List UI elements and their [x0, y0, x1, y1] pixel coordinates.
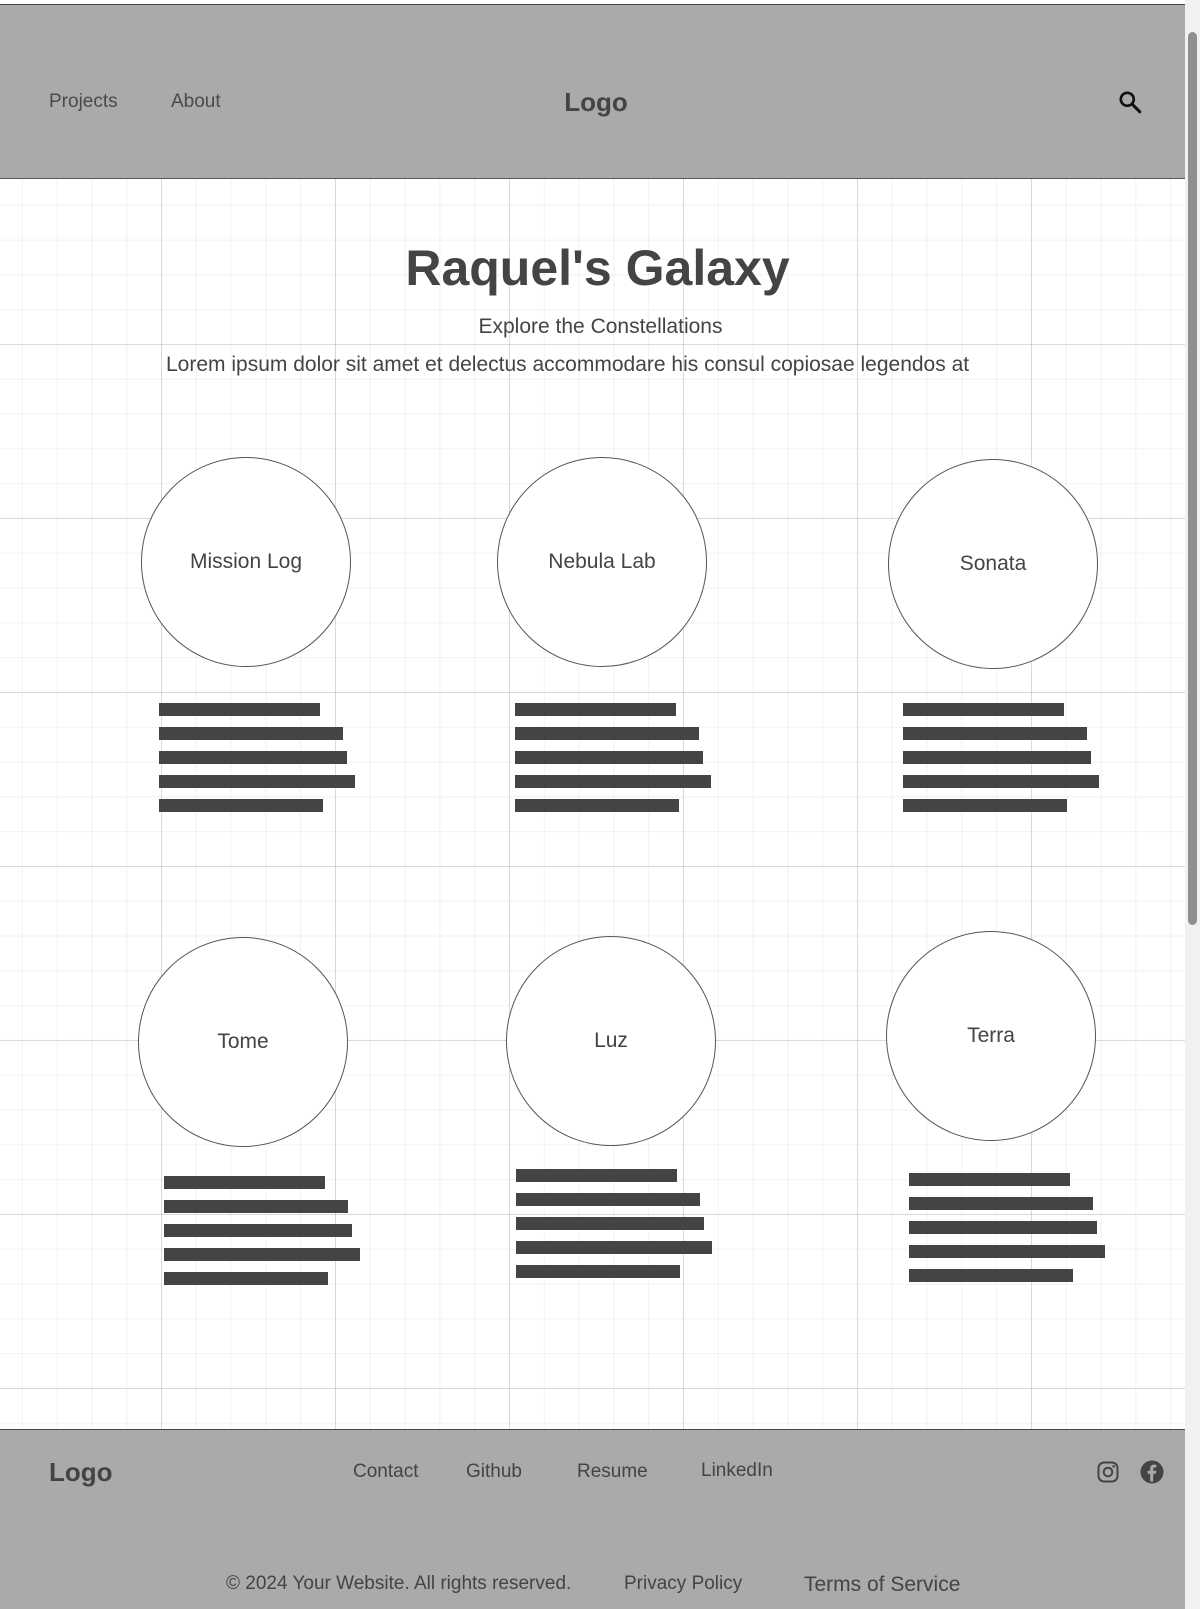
project-card-terra[interactable]: Terra	[886, 931, 1096, 1141]
footer-link-resume[interactable]: Resume	[577, 1461, 648, 1483]
privacy-policy-link[interactable]: Privacy Policy	[624, 1573, 742, 1595]
main-content: Raquel's Galaxy Explore the Constellatio…	[0, 179, 1185, 1429]
site-footer: Logo Contact Github Resume LinkedIn © 20…	[0, 1429, 1185, 1609]
footer-link-linkedin[interactable]: LinkedIn	[701, 1460, 773, 1482]
project-description-placeholder	[164, 1176, 360, 1296]
footer-logo[interactable]: Logo	[49, 1457, 113, 1488]
project-card-sonata[interactable]: Sonata	[888, 459, 1098, 669]
header-logo[interactable]: Logo	[0, 87, 1192, 118]
page-description: Lorem ipsum dolor sit amet et delectus a…	[166, 353, 970, 376]
footer-link-contact[interactable]: Contact	[353, 1461, 418, 1483]
project-description-placeholder	[516, 1169, 712, 1289]
page-subtitle: Explore the Constellations	[478, 315, 723, 338]
facebook-icon[interactable]	[1140, 1460, 1164, 1484]
vertical-scrollbar[interactable]	[1185, 0, 1200, 1609]
terms-of-service-link[interactable]: Terms of Service	[804, 1573, 960, 1597]
copyright-text: © 2024 Your Website. All rights reserved…	[226, 1573, 572, 1594]
project-description-placeholder	[909, 1173, 1105, 1293]
search-icon[interactable]	[1117, 89, 1143, 115]
project-description-placeholder	[159, 703, 355, 823]
footer-link-github[interactable]: Github	[466, 1461, 522, 1483]
project-card-tome[interactable]: Tome	[138, 937, 348, 1147]
project-card-nebula-lab[interactable]: Nebula Lab	[497, 457, 707, 667]
scrollbar-thumb[interactable]	[1188, 32, 1197, 925]
page: Projects About Logo Raquel's Galaxy Expl…	[0, 0, 1185, 1609]
instagram-icon[interactable]	[1096, 1460, 1120, 1484]
project-card-luz[interactable]: Luz	[506, 936, 716, 1146]
project-description-placeholder	[515, 703, 711, 823]
page-title: Raquel's Galaxy	[405, 240, 790, 296]
site-header: Projects About Logo	[0, 4, 1185, 179]
project-card-mission-log[interactable]: Mission Log	[141, 457, 351, 667]
project-description-placeholder	[903, 703, 1099, 823]
